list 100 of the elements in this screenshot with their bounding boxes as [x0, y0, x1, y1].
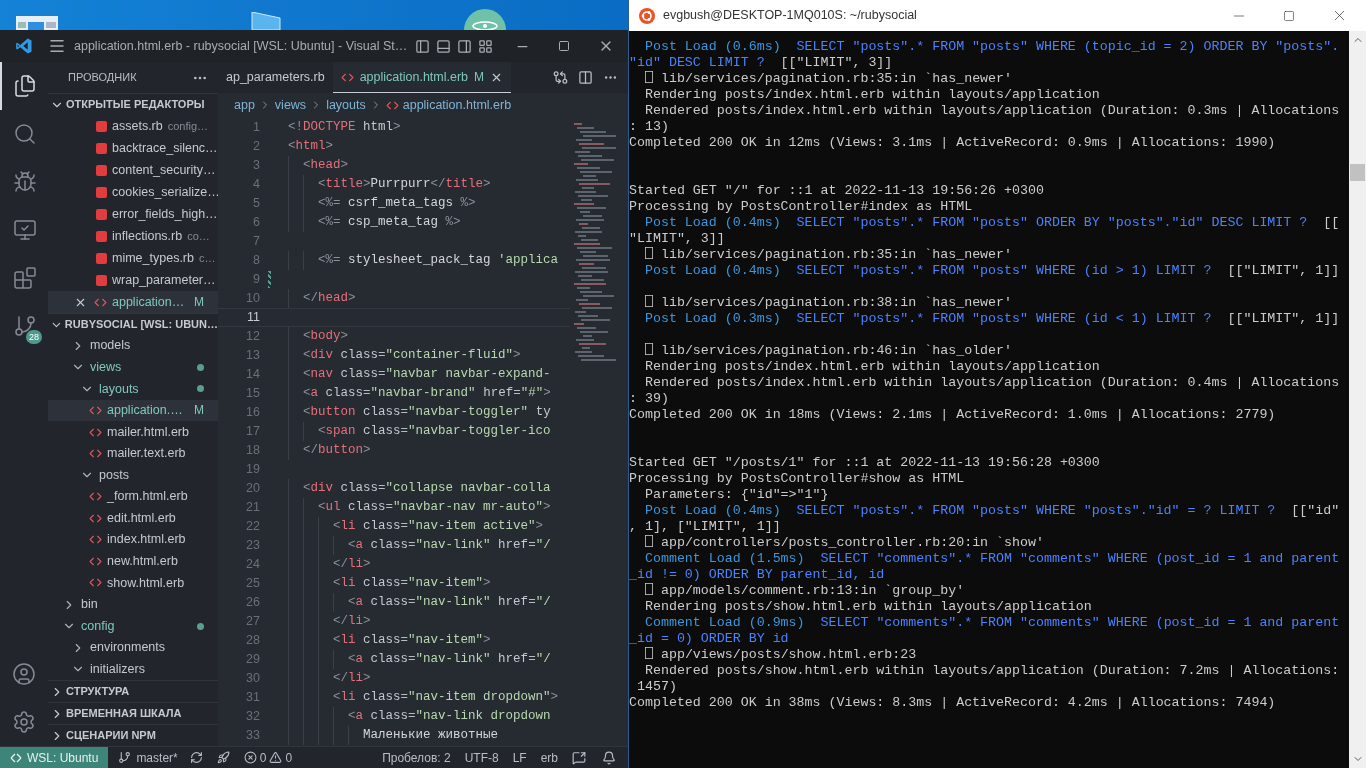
file-item[interactable]: application.… M [48, 399, 218, 422]
open-editor-item[interactable]: wrap_parameter… [48, 269, 218, 291]
scroll-thumb[interactable] [1350, 164, 1365, 181]
terminal-line: Processing by PostsController#index as HTML [629, 199, 973, 214]
panel-right-icon[interactable] [457, 38, 473, 54]
item-description: c… [199, 250, 216, 266]
code-line: </li> [288, 612, 371, 631]
open-editor-item[interactable]: application… M [48, 291, 218, 313]
file-item[interactable]: _form.html.erb [48, 485, 218, 508]
item-label: backtrace_silenc… [112, 139, 218, 157]
file-item[interactable]: show.html.erb [48, 572, 218, 594]
section-title: ОТКРЫТЫЕ РЕДАКТОРЫ [66, 97, 205, 113]
code-line: Маленькие животные [288, 726, 499, 745]
folder-item[interactable]: initializers [48, 658, 218, 680]
tab-label: application.html.erb [359, 68, 469, 86]
line-number: 27 [246, 613, 260, 631]
maximize-icon[interactable] [1283, 9, 1295, 22]
line-number: 1 [253, 119, 260, 137]
status-item[interactable]: erb [540, 748, 558, 767]
code-line: <head> [288, 156, 349, 175]
ubuntu-icon [639, 7, 655, 24]
open-editor-item[interactable]: error_fields_high… [48, 203, 218, 225]
branch-icon [13, 314, 37, 338]
open-editor-item[interactable]: assets.rb config… [48, 115, 218, 137]
split-icon[interactable] [578, 70, 593, 85]
folder-item[interactable]: views [48, 356, 218, 379]
file-item[interactable]: new.html.erb [48, 550, 218, 573]
bell-icon[interactable] [602, 750, 616, 765]
status-item[interactable]: Пробелов: 2 [382, 748, 451, 767]
file-item[interactable]: edit.html.erb [48, 507, 218, 530]
layout-icon[interactable] [478, 38, 494, 54]
warning-count[interactable]: 0 [285, 748, 293, 767]
item-label: initializers [90, 660, 145, 678]
folder-item[interactable]: layouts [48, 378, 218, 400]
breadcrumb[interactable]: app [234, 95, 255, 115]
status-item[interactable]: LF [512, 748, 527, 767]
file-item[interactable]: mailer.text.erb [48, 442, 218, 465]
folder-item[interactable]: environments [48, 636, 218, 659]
terminal-line: , 1], ["LIMIT", 1]] [629, 519, 781, 534]
breadcrumb[interactable]: application.html.erb [402, 95, 512, 115]
terminal-line: Post Load (0.4ms) SELECT "posts".* FROM "posts" ORDER BY "posts"."id" DESC LIMIT ? [[ [643, 215, 1340, 230]
menu-icon[interactable] [48, 37, 66, 55]
terminal-line: ⎕ lib/services/pagination.rb:35:in `has_newer' [643, 247, 1013, 262]
maximize-icon[interactable] [558, 40, 570, 52]
open-editor-item[interactable]: inflections.rb co… [48, 225, 218, 247]
terminal-line: Rendering posts/index.html.erb within layouts/application [643, 87, 1100, 102]
feedback-icon[interactable] [572, 750, 586, 765]
terminal-line: _id != 0) ORDER BY parent_id, id [629, 567, 885, 582]
status-item[interactable]: UTF-8 [464, 748, 499, 767]
panel-bottom-icon[interactable] [436, 38, 452, 54]
breadcrumb[interactable]: layouts [326, 95, 366, 115]
compare-icon[interactable] [553, 70, 568, 85]
line-number: 19 [246, 461, 260, 479]
line-number: 33 [246, 727, 260, 745]
editor-tab[interactable]: application.html.erb M [332, 62, 512, 93]
folder-item[interactable]: posts [48, 464, 218, 486]
breadcrumb[interactable]: views [274, 95, 307, 115]
terminal-line: ⎕ lib/services/pagination.rb:46:in `has_older' [643, 343, 1013, 358]
file-item[interactable]: index.html.erb [48, 529, 218, 551]
folder-item[interactable]: bin [48, 593, 218, 616]
branch-name[interactable]: master* [136, 748, 178, 767]
terminal-line: Started GET "/posts/1" for ::1 at 2022-11-13 19:56:28 +0300 [629, 455, 1100, 470]
folder-item[interactable]: models [48, 335, 218, 357]
error-count[interactable]: 0 [259, 748, 267, 767]
editor-tab[interactable]: ap_parameters.rb [218, 62, 333, 93]
account-icon[interactable] [12, 662, 36, 686]
code-line: <div class="collapse navbar-colla [288, 479, 551, 498]
code-line: <button class="navbar-toggler" ty [288, 403, 551, 422]
git-status: M [194, 402, 204, 420]
item-label: layouts [99, 380, 139, 398]
open-editor-item[interactable]: content_security… [48, 159, 218, 181]
scrollbar[interactable] [1349, 31, 1366, 768]
rocket-icon[interactable] [216, 751, 230, 764]
window-icon[interactable] [16, 16, 58, 30]
item-label: content_security… [112, 161, 216, 179]
terminal-line: Rendering posts/show.html.erb within layouts/application [643, 599, 1092, 614]
remote-indicator[interactable]: WSL: Ubuntu [0, 747, 109, 768]
blocks-icon [13, 266, 37, 290]
line-number: 29 [246, 651, 260, 669]
item-label: error_fields_high… [112, 205, 218, 223]
code-line: <title>Purrpurr</title> [288, 175, 491, 194]
code-line: </li> [288, 669, 371, 688]
item-label: mailer.text.erb [107, 445, 186, 463]
open-editor-item[interactable]: cookies_serialize… [48, 181, 218, 203]
panel-left-icon[interactable] [415, 38, 431, 54]
item-label: bin [81, 596, 98, 614]
line-number: 20 [246, 480, 260, 498]
open-editor-item[interactable]: mime_types.rb c… [48, 247, 218, 269]
item-label: _form.html.erb [107, 488, 188, 506]
item-label: posts [99, 466, 129, 484]
ruby-file-icon [96, 120, 107, 132]
folder-item[interactable]: config [48, 615, 218, 637]
terminal-line: Completed 200 OK in 38ms (Views: 8.3ms | ActiveRecord: 4.2ms | Allocations: 7494) [629, 695, 1276, 710]
panel-title: ПРОВОДНИК [68, 70, 137, 86]
settings-icon[interactable] [12, 710, 36, 734]
terminal-line: ⎕ lib/services/pagination.rb:35:in `has_newer' [643, 71, 1013, 86]
open-editor-item[interactable]: backtrace_silenc… [48, 137, 218, 159]
sync-icon[interactable] [189, 751, 203, 764]
file-item[interactable]: mailer.html.erb [48, 421, 218, 443]
item-label: cookies_serialize… [112, 183, 218, 201]
